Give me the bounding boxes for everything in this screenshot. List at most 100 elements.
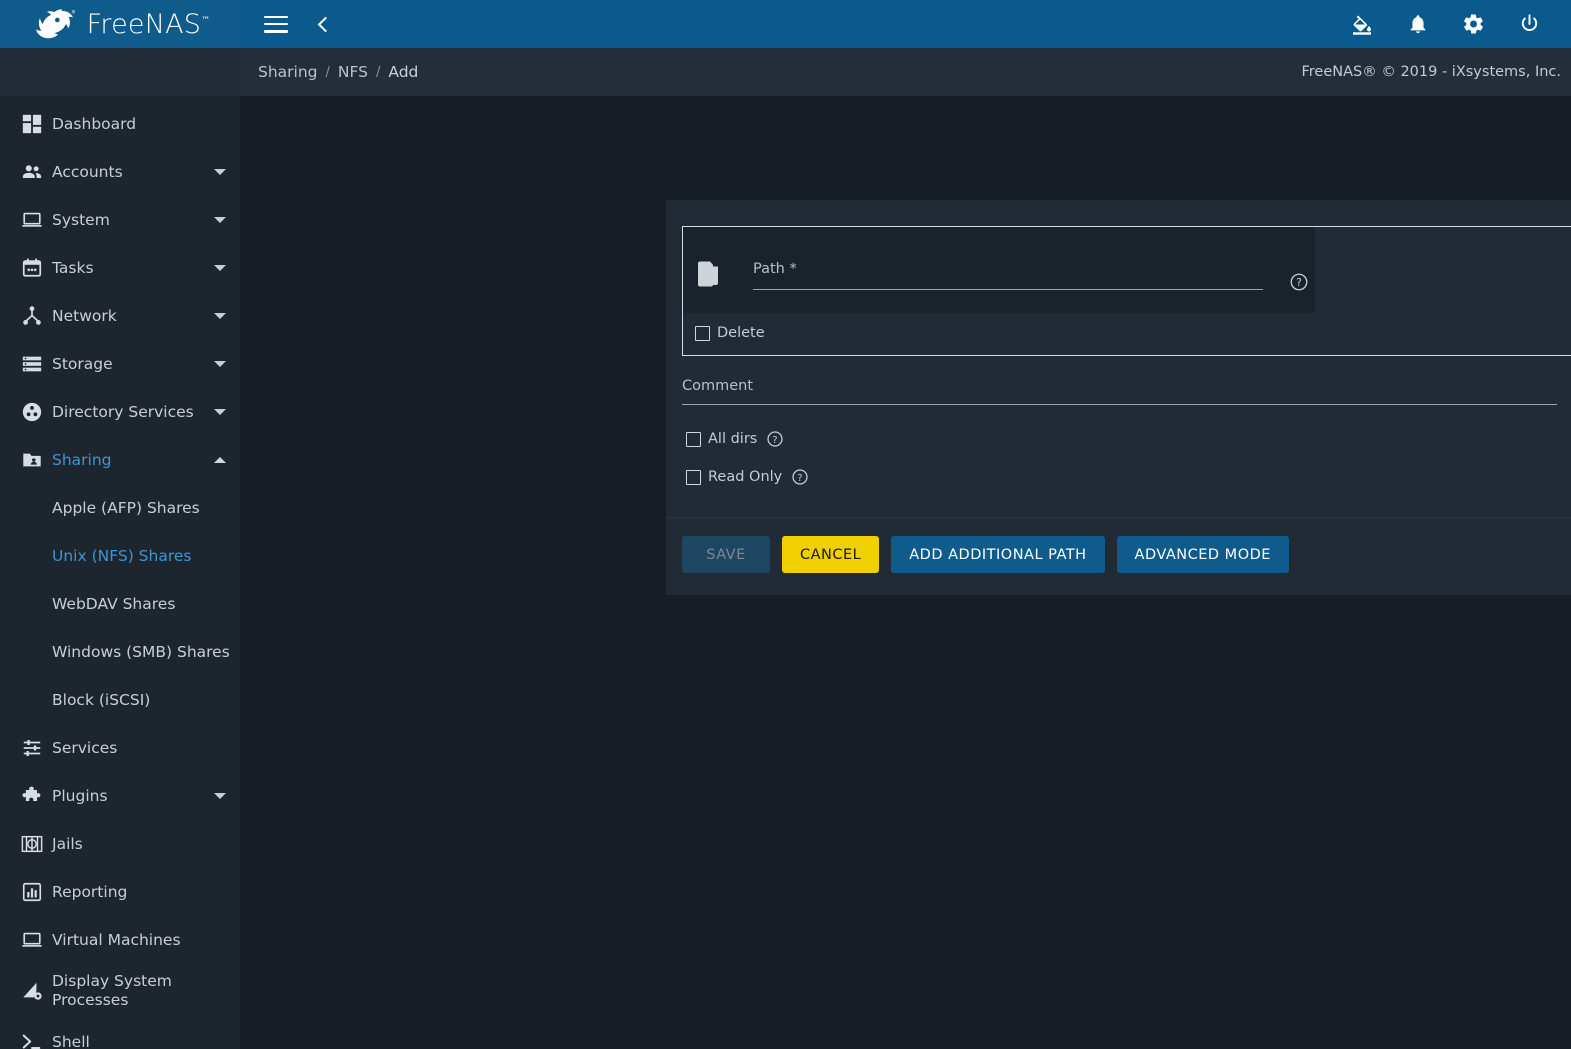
sidebar-item-jails[interactable]: Jails xyxy=(0,820,240,868)
svg-text:®: ® xyxy=(71,8,75,15)
nfs-share-add-form: Path * ? Delete Comment All dirs ? Read … xyxy=(666,200,1571,595)
directory-services-icon xyxy=(12,401,52,423)
chevron-down-icon xyxy=(214,217,226,223)
add-additional-path-button[interactable]: ADD ADDITIONAL PATH xyxy=(891,536,1105,573)
sidebar-item-plugins[interactable]: Plugins xyxy=(0,772,240,820)
chevron-up-icon xyxy=(214,457,226,463)
sidebar-item-tasks[interactable]: Tasks xyxy=(0,244,240,292)
menu-toggle-button[interactable] xyxy=(260,12,292,37)
breadcrumb-item-nfs[interactable]: NFS xyxy=(332,63,374,81)
brand-logo[interactable]: ® FreeNAS™ xyxy=(0,0,240,48)
sidebar-item-directory-services[interactable]: Directory Services xyxy=(0,388,240,436)
delete-checkbox[interactable] xyxy=(695,325,710,341)
sidebar-item-webdav-shares[interactable]: WebDAV Shares xyxy=(0,580,240,628)
cancel-button[interactable]: CANCEL xyxy=(782,536,880,573)
network-icon xyxy=(12,305,52,327)
hamburger-icon xyxy=(264,15,288,33)
plugins-icon xyxy=(12,785,52,807)
sidebar-item-label: Tasks xyxy=(52,258,94,277)
sidebar-item-windows-smb-shares[interactable]: Windows (SMB) Shares xyxy=(0,628,240,676)
svg-text:?: ? xyxy=(1296,276,1302,289)
svg-text:?: ? xyxy=(798,473,803,484)
sidebar-item-label: Shell xyxy=(52,1032,90,1049)
sidebar-item-reporting[interactable]: Reporting xyxy=(0,868,240,916)
display-system-processes-icon xyxy=(12,980,52,1002)
sidebar-subitem-label: Block (iSCSI) xyxy=(52,691,151,709)
sidebar-item-accounts[interactable]: Accounts xyxy=(0,148,240,196)
all-dirs-help-icon[interactable]: ? xyxy=(766,430,784,448)
sidebar-item-storage[interactable]: Storage xyxy=(0,340,240,388)
path-input[interactable] xyxy=(753,288,1263,290)
required-marker: * xyxy=(789,260,797,277)
settings-button[interactable] xyxy=(1458,8,1489,40)
notifications-button[interactable] xyxy=(1403,8,1433,40)
sidebar-item-network[interactable]: Network xyxy=(0,292,240,340)
main-content: Path * ? Delete Comment All dirs ? Read … xyxy=(240,96,1571,1049)
sidebar-item-shell[interactable]: Shell xyxy=(0,1018,240,1049)
delete-checkbox-row[interactable]: Delete xyxy=(683,313,1571,345)
storage-icon xyxy=(12,353,52,375)
sidebar-collapse-button[interactable] xyxy=(312,15,335,34)
comment-row: Comment ? xyxy=(682,378,1571,405)
accounts-icon xyxy=(12,161,52,183)
chevron-down-icon xyxy=(214,361,226,367)
comment-input[interactable] xyxy=(682,404,1557,405)
sidebar-item-label: Storage xyxy=(52,354,113,373)
sidebar-item-sharing[interactable]: Sharing xyxy=(0,436,240,484)
theme-selector-button[interactable] xyxy=(1346,8,1378,40)
sidebar-item-label: Dashboard xyxy=(52,114,137,133)
sidebar-item-label: Network xyxy=(52,306,117,325)
sidebar-item-label: Accounts xyxy=(52,162,123,181)
breadcrumb-separator: / xyxy=(375,64,381,80)
sidebar-subitem-label: Windows (SMB) Shares xyxy=(52,643,230,661)
path-group: Path * ? Delete xyxy=(682,226,1571,356)
comment-label: Comment xyxy=(682,378,754,394)
chevron-down-icon xyxy=(214,409,226,415)
save-button[interactable]: SAVE xyxy=(682,536,770,573)
svg-text:?: ? xyxy=(773,435,778,446)
freenas-shark-logo-icon: ® xyxy=(35,8,75,39)
brand-name: FreeNAS™ xyxy=(86,8,211,40)
power-button[interactable] xyxy=(1514,8,1545,40)
path-label: Path * xyxy=(753,260,797,277)
chevron-down-icon xyxy=(214,793,226,799)
sidebar-item-dashboard[interactable]: Dashboard xyxy=(0,100,240,148)
power-icon xyxy=(1521,14,1538,31)
all-dirs-label: All dirs xyxy=(708,431,758,447)
sidebar-item-virtual-machines[interactable]: Virtual Machines xyxy=(0,916,240,964)
sharing-icon xyxy=(12,449,52,471)
virtual-machines-icon xyxy=(12,929,52,951)
services-icon xyxy=(12,737,52,759)
sidebar-subitem-label: WebDAV Shares xyxy=(52,595,176,613)
sidebar-item-label: System xyxy=(52,210,110,229)
folder-icon[interactable] xyxy=(697,260,731,288)
sidebar-item-unix-nfs-shares[interactable]: Unix (NFS) Shares xyxy=(0,532,240,580)
sidebar-item-display-system-processes[interactable]: Display System Processes xyxy=(0,964,240,1018)
breadcrumb-item-sharing[interactable]: Sharing xyxy=(252,63,324,81)
read-only-help-icon[interactable]: ? xyxy=(791,468,809,486)
breadcrumb-separator: / xyxy=(325,64,330,80)
breadcrumb: Sharing / NFS / Add xyxy=(240,63,1301,81)
advanced-mode-button[interactable]: ADVANCED MODE xyxy=(1116,536,1289,573)
chevron-left-icon xyxy=(317,16,334,32)
sidebar-item-label: Plugins xyxy=(52,786,108,805)
sidebar-item-label: Sharing xyxy=(52,450,112,469)
all-dirs-checkbox[interactable] xyxy=(686,431,701,447)
all-dirs-row[interactable]: All dirs ? xyxy=(686,423,1571,455)
delete-checkbox-label: Delete xyxy=(717,325,765,341)
sidebar-subitem-label: Unix (NFS) Shares xyxy=(52,547,192,565)
sidebar-item-label: Display System Processes xyxy=(52,971,172,1009)
sidebar-item-label: Virtual Machines xyxy=(52,930,181,949)
sidebar-item-label: Jails xyxy=(52,834,83,853)
sidebar-item-block-iscsi[interactable]: Block (iSCSI) xyxy=(0,676,240,724)
settings-gear-icon xyxy=(1464,14,1483,34)
read-only-row[interactable]: Read Only ? xyxy=(686,461,1571,493)
sidebar-subitem-label: Apple (AFP) Shares xyxy=(52,499,200,517)
sidebar-item-system[interactable]: System xyxy=(0,196,240,244)
sidebar-item-services[interactable]: Services xyxy=(0,724,240,772)
read-only-checkbox[interactable] xyxy=(686,469,701,485)
dashboard-icon xyxy=(12,113,52,135)
path-help-icon[interactable]: ? xyxy=(1289,272,1309,292)
options-checkbox-group: All dirs ? Read Only ? xyxy=(666,405,1571,493)
sidebar-item-apple-afp-shares[interactable]: Apple (AFP) Shares xyxy=(0,484,240,532)
